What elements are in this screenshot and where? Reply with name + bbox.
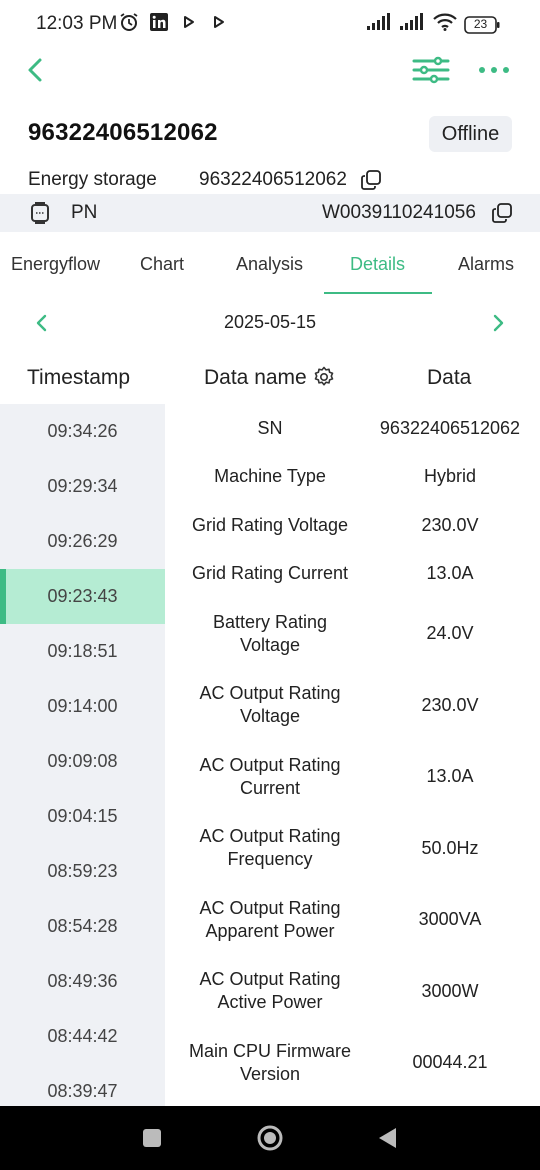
selected-marker [0, 569, 6, 624]
data-name-column-header: Data name [204, 366, 307, 389]
app-bar [0, 48, 540, 94]
data-column-header: Data [427, 366, 472, 389]
timestamp-item[interactable]: 08:44:42 [0, 1009, 165, 1064]
timestamp-item[interactable]: 09:09:08 [0, 734, 165, 789]
filter-sliders-icon[interactable] [412, 56, 450, 84]
pn-label: PN [71, 202, 98, 223]
timestamp-label: 09:23:43 [47, 586, 118, 606]
gear-icon[interactable] [313, 366, 335, 388]
data-value-cell: 3000W [421, 981, 479, 1001]
status-time: 12:03 PM [36, 13, 118, 34]
device-type-row: Energy storage 96322406512062 [0, 165, 540, 195]
battery-level: 23 [473, 16, 488, 31]
timestamp-column-header: Timestamp [27, 366, 131, 389]
data-name-cell: AC Output Rating Voltage [199, 683, 341, 726]
more-dots-icon[interactable] [477, 58, 511, 82]
status-bar: 12:03 PM 23 [0, 0, 540, 48]
device-type-value: 96322406512062 [199, 169, 347, 190]
timestamp-item[interactable]: 09:26:29 [0, 514, 165, 569]
timestamp-item[interactable]: 08:39:47 [0, 1064, 165, 1106]
timestamp-item[interactable]: 09:04:15 [0, 789, 165, 844]
data-name-cell: Grid Rating Current [191, 563, 349, 583]
data-name-cell: Machine Type [214, 466, 326, 486]
device-type-label: Energy storage [28, 169, 157, 190]
alarm-clock-icon [119, 12, 139, 32]
timestamp-item[interactable]: 09:18:51 [0, 624, 165, 679]
data-value-cell: Hybrid [423, 466, 476, 486]
data-value-cell: 230.0V [421, 695, 479, 715]
tab-bar: Energyflow Chart Analysis Details Alarms [0, 244, 540, 294]
back-triangle-icon[interactable] [374, 1124, 402, 1152]
recents-square-icon[interactable] [138, 1124, 166, 1152]
data-value-cell: 50.0Hz [421, 838, 479, 858]
timestamp-item[interactable]: 08:54:28 [0, 899, 165, 954]
data-name-cell: Main CPU Firmware Version [188, 1041, 352, 1084]
data-name-cell: AC Output Rating Frequency [199, 826, 341, 869]
device-title: 96322406512062 [28, 119, 218, 146]
battery-icon: 23 [464, 15, 500, 34]
tab-analysis[interactable]: Analysis [236, 254, 303, 275]
pn-row: PN W0039110241056 [0, 194, 540, 232]
play-icon [179, 12, 199, 32]
copy-icon[interactable] [491, 202, 513, 224]
pn-value: W0039110241056 [322, 202, 476, 223]
data-name-cell: AC Output Rating Apparent Power [199, 898, 341, 941]
timestamp-item[interactable]: 08:59:23 [0, 844, 165, 899]
signal-icon [400, 13, 426, 36]
back-chevron-icon[interactable] [22, 54, 50, 86]
system-nav-bar [0, 1106, 540, 1170]
home-circle-icon[interactable] [256, 1124, 284, 1152]
data-name-cell: AC Output Rating Current [199, 755, 341, 798]
tab-alarms[interactable]: Alarms [458, 254, 514, 275]
copy-icon[interactable] [360, 169, 382, 191]
tab-energyflow[interactable]: Energyflow [11, 254, 100, 275]
data-value-cell: 230.0V [421, 515, 479, 535]
timestamp-item-selected[interactable]: 09:23:43 [0, 569, 165, 624]
data-value-cell: 24.0V [426, 623, 474, 643]
timestamp-item[interactable]: 09:14:00 [0, 679, 165, 734]
signal-icon [367, 13, 393, 36]
timestamp-item[interactable]: 08:49:36 [0, 954, 165, 1009]
status-badge: Offline [429, 116, 512, 152]
linkedin-icon [149, 12, 169, 32]
data-name-cell: Battery Rating Voltage [212, 612, 328, 655]
data-name-cell: SN [257, 418, 283, 438]
play-icon [209, 12, 229, 32]
device-module-icon [28, 201, 52, 225]
data-value-cell: 13.0A [426, 563, 474, 583]
tab-details[interactable]: Details [350, 254, 405, 275]
selected-date[interactable]: 2025-05-15 [0, 312, 540, 333]
timestamp-list[interactable]: 09:34:26 09:29:34 09:26:29 09:23:43 09:1… [0, 404, 165, 1106]
data-name-cell: Grid Rating Voltage [191, 515, 349, 535]
data-name-cell: AC Output Rating Active Power [199, 969, 341, 1012]
data-value-cell: 00044.21 [412, 1052, 488, 1072]
data-value-cell: 96322406512062 [379, 418, 521, 438]
next-date-chevron-icon[interactable] [486, 310, 510, 336]
timestamp-item[interactable]: 09:34:26 [0, 404, 165, 459]
timestamp-item[interactable]: 09:29:34 [0, 459, 165, 514]
tab-chart[interactable]: Chart [140, 254, 184, 275]
active-tab-indicator [324, 292, 432, 294]
wifi-icon [433, 13, 457, 36]
data-value-cell: 3000VA [418, 909, 482, 929]
data-value-cell: 13.0A [426, 766, 474, 786]
